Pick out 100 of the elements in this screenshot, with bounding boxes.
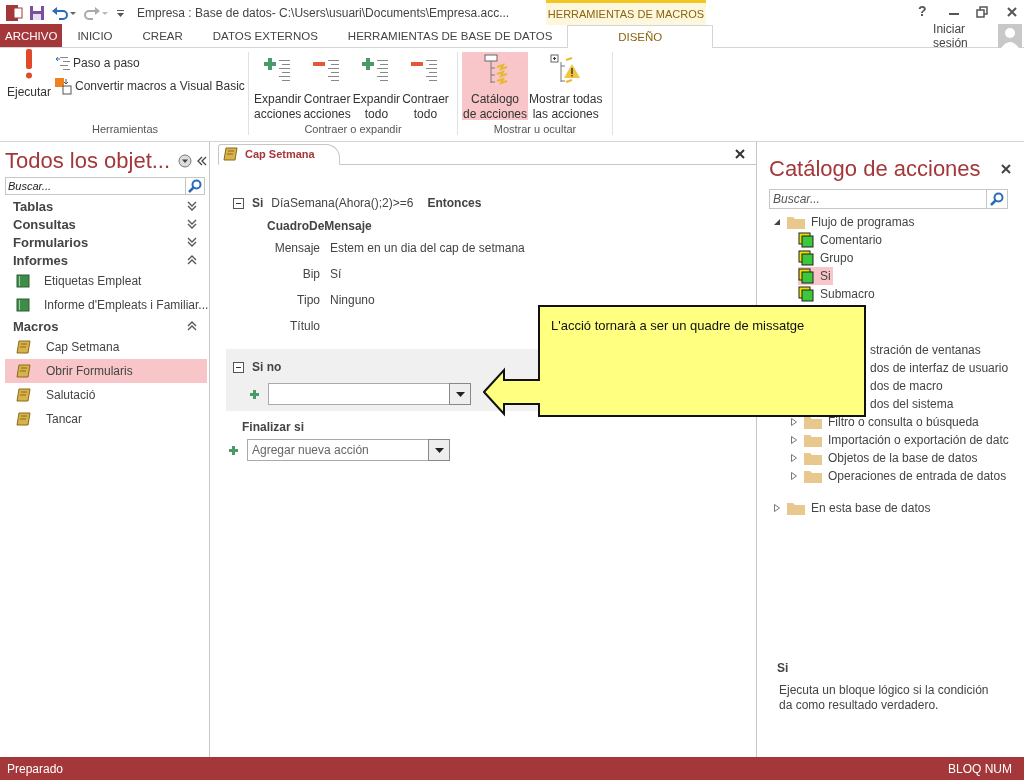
app-logo-icon xyxy=(5,3,23,22)
expand-button[interactable]: Expandir acciones xyxy=(253,52,303,120)
step-button[interactable]: Paso a paso xyxy=(52,54,247,72)
navigation-item[interactable]: Cap Setmana xyxy=(5,335,207,359)
search-field[interactable]: Buscar... xyxy=(769,189,986,209)
catalog-item[interactable]: Grupo xyxy=(798,249,856,267)
showall-button[interactable]: Mostrar todas las acciones xyxy=(528,52,604,120)
search-button[interactable] xyxy=(986,189,1008,209)
pane-title: Catálogo de acciones xyxy=(769,156,982,182)
navigation-item[interactable]: Salutació xyxy=(5,383,207,407)
ribbon-tab[interactable]: ARCHIVO xyxy=(0,24,63,47)
catalog-item[interactable]: Importación o exportación de datc xyxy=(790,431,1011,449)
minus-box-icon[interactable] xyxy=(233,197,244,209)
step-icon xyxy=(54,55,71,71)
collapse-button[interactable]: Contraer todo xyxy=(401,52,450,120)
help-title: Si xyxy=(777,661,790,675)
navigation-item[interactable]: Tancar xyxy=(5,407,207,431)
catalog-item[interactable]: Operaciones de entrada de datos xyxy=(790,467,1009,485)
save-icon[interactable] xyxy=(29,4,45,21)
if-keyword: Si xyxy=(252,196,264,210)
group-header[interactable]: Informes xyxy=(5,251,207,269)
expand-chevron-icon[interactable] xyxy=(187,219,197,229)
search-field[interactable]: Buscar... xyxy=(5,177,185,195)
group-label: Mostrar u ocultar xyxy=(492,123,578,135)
catalog-item[interactable]: Filtro o consulta o búsqueda xyxy=(790,413,981,431)
then-keyword: Entonces xyxy=(427,196,482,210)
search-icon xyxy=(188,179,202,193)
status-text: Preparado xyxy=(7,761,64,776)
argument-value: Sí xyxy=(330,266,343,283)
sign-in-link[interactable]: Iniciar sesión xyxy=(933,22,992,50)
catalog-item[interactable]: Submacro xyxy=(798,285,877,303)
help-button[interactable]: ? xyxy=(918,3,927,19)
ribbon-tab[interactable]: DISEÑO xyxy=(567,25,714,48)
catalog-button[interactable]: Catálogo de acciones xyxy=(462,52,529,120)
plus-icon[interactable] xyxy=(228,444,239,456)
plus-icon[interactable] xyxy=(249,388,260,400)
navigation-item[interactable]: Etiquetas Empleat xyxy=(5,269,207,293)
collapse-button[interactable]: Contraer acciones xyxy=(302,52,352,120)
search-button[interactable] xyxy=(185,177,205,195)
catalog-item[interactable]: dos de macro xyxy=(870,377,945,395)
expand-button[interactable]: Expandir todo xyxy=(351,52,402,120)
collapsed-triangle-icon[interactable] xyxy=(790,472,798,480)
convert-button[interactable]: Convertir macros a Visual Basic xyxy=(52,76,247,96)
help-description: Ejecuta un bloque lógico si la condición da como resultado verdadero. xyxy=(778,683,990,713)
catalog-item[interactable]: stración de ventanas xyxy=(870,341,983,359)
ribbon-tab[interactable]: DATOS EXTERNOS xyxy=(197,25,333,47)
navigation-item[interactable]: Informe d'Empleats i Familiar... xyxy=(5,293,207,317)
collapsed-triangle-icon[interactable] xyxy=(790,436,798,444)
catalog-item[interactable]: En esta base de datos xyxy=(773,499,933,517)
expand-chevron-icon[interactable] xyxy=(187,201,197,211)
catalog-item[interactable]: Objetos de la base de datos xyxy=(790,449,980,467)
action-name: CuadroDeMensaje xyxy=(267,219,373,233)
num-lock-indicator: BLOQ NUM xyxy=(948,761,1012,776)
group-header[interactable]: Tablas xyxy=(5,197,207,215)
report-icon xyxy=(16,274,30,288)
group-header[interactable]: Consultas xyxy=(5,215,207,233)
caret-icon xyxy=(455,391,465,397)
condition-text: DíaSemana(Ahora();2)>=6 xyxy=(271,196,414,210)
search-icon xyxy=(990,192,1004,206)
report-icon xyxy=(16,298,30,312)
undo-icon[interactable] xyxy=(51,4,77,21)
scroll-icon xyxy=(16,363,32,379)
restore-icon[interactable] xyxy=(976,6,988,18)
navigation-item[interactable]: Obrir Formularis xyxy=(5,359,207,383)
close-icon[interactable] xyxy=(734,147,746,160)
catalog-item[interactable]: Flujo de programas xyxy=(773,213,917,231)
expanded-triangle-icon[interactable] xyxy=(773,218,781,226)
ribbon-tab[interactable]: CREAR xyxy=(127,25,198,47)
dropdown-button[interactable] xyxy=(449,383,471,405)
catalog-item[interactable]: dos del sistema xyxy=(870,395,956,413)
ribbon-tab[interactable]: HERRAMIENTAS DE BASE DE DATOS xyxy=(332,25,568,47)
end-if-keyword: Finalizar si xyxy=(242,419,306,435)
collapse-pane-icon[interactable] xyxy=(197,156,207,166)
expand-chevron-icon[interactable] xyxy=(187,237,197,247)
run-button[interactable]: Ejecutar xyxy=(6,52,53,120)
warning-tree-icon xyxy=(549,54,582,86)
ribbon-tab[interactable]: INICIO xyxy=(62,25,128,47)
group-header[interactable]: Macros xyxy=(5,317,207,335)
group-header[interactable]: Formularios xyxy=(5,233,207,251)
close-icon[interactable] xyxy=(1006,6,1018,18)
close-icon[interactable] xyxy=(1000,163,1012,175)
catalog-item[interactable]: dos de interfaz de usuario xyxy=(870,359,1011,377)
collapsed-triangle-icon[interactable] xyxy=(790,418,798,426)
action-combobox[interactable]: Agregar nueva acción xyxy=(247,439,428,461)
folder-icon xyxy=(787,215,805,229)
collapse-chevron-icon[interactable] xyxy=(187,255,197,265)
catalog-item[interactable]: Comentario xyxy=(798,231,885,249)
dropdown-circle-icon[interactable] xyxy=(178,154,192,168)
else-keyword: Si no xyxy=(252,360,282,374)
collapse-chevron-icon[interactable] xyxy=(187,321,197,331)
dropdown-button[interactable] xyxy=(428,439,450,461)
catalog-item[interactable]: Si xyxy=(798,267,833,285)
folder-icon xyxy=(787,501,805,515)
folder-icon xyxy=(804,433,822,447)
collapsed-triangle-icon[interactable] xyxy=(773,504,781,512)
minus-box-icon[interactable] xyxy=(233,361,244,373)
document-tab[interactable]: Cap Setmana xyxy=(218,143,340,165)
callout-text: L'acció tornarà a ser un quadre de missatge xyxy=(551,318,805,333)
collapsed-triangle-icon[interactable] xyxy=(790,454,798,462)
scroll-icon xyxy=(16,387,32,403)
